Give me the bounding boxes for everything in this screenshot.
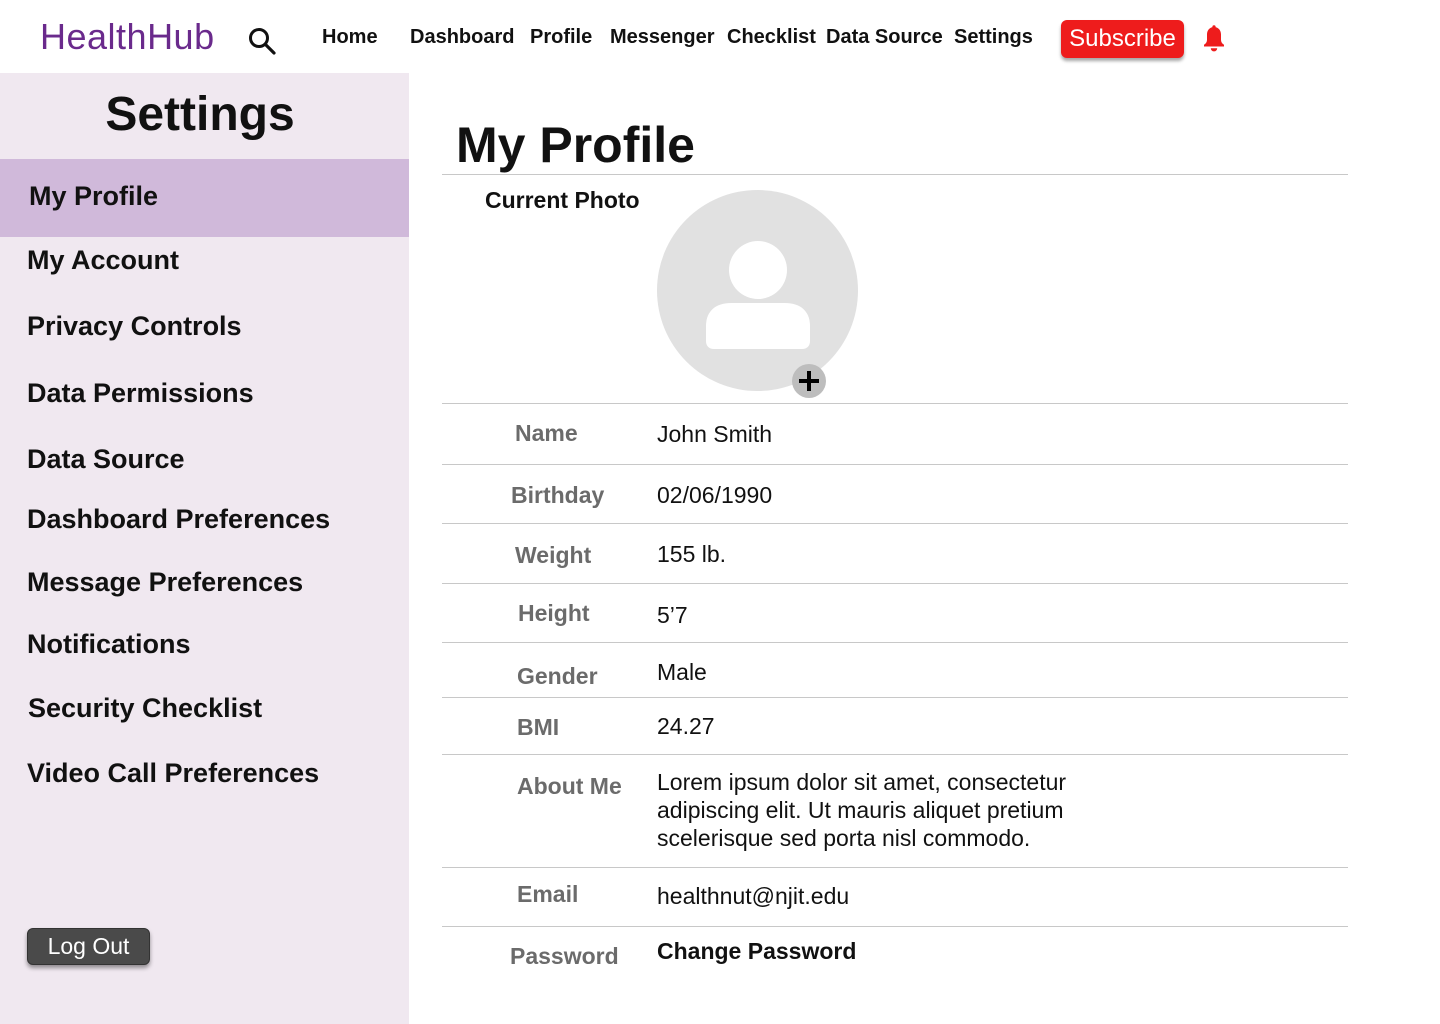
divider [442,174,1348,175]
field-value-name: John Smith [657,421,773,447]
field-value-height: 5’7 [657,602,688,628]
sidebar-item-privacy-controls[interactable]: Privacy Controls [27,311,242,342]
divider [442,464,1348,465]
subscribe-button[interactable]: Subscribe [1061,20,1184,58]
field-label-birthday: Birthday [511,482,605,508]
field-label-about-me: About Me [517,773,622,799]
avatar[interactable] [657,190,858,391]
divider [442,697,1348,698]
sidebar-item-video-call-preferences[interactable]: Video Call Preferences [27,758,319,789]
field-value-email: healthnut@njit.edu [657,883,850,909]
field-label-weight: Weight [515,542,592,568]
field-label-email: Email [517,881,579,907]
nav-settings[interactable]: Settings [954,26,1033,49]
page-title: My Profile [456,117,695,173]
sidebar-title: Settings [105,88,295,141]
nav-data-source[interactable]: Data Source [826,26,943,49]
app-logo[interactable]: HealthHub [40,16,215,58]
plus-icon [799,371,819,391]
nav-messenger[interactable]: Messenger [610,26,715,49]
divider [442,754,1348,755]
nav-profile[interactable]: Profile [530,26,592,49]
logout-button[interactable]: Log Out [27,928,150,965]
field-value-about-me: Lorem ipsum dolor sit amet, consectetur … [657,769,1067,851]
settings-sidebar: Settings My Profile My Account Privacy C… [0,73,409,1024]
sidebar-item-my-profile[interactable]: My Profile [29,181,158,212]
sidebar-item-security-checklist[interactable]: Security Checklist [28,693,262,724]
top-nav-bar: HealthHub Home Dashboard Profile Messeng… [0,0,1440,73]
bell-icon[interactable] [1201,25,1227,53]
current-photo-label: Current Photo [485,187,640,213]
change-password-link[interactable]: Change Password [657,938,856,965]
sidebar-item-notifications[interactable]: Notifications [27,629,191,660]
nav-home[interactable]: Home [322,26,378,49]
add-photo-button[interactable] [792,364,826,398]
field-label-gender: Gender [517,663,598,689]
field-label-height: Height [518,600,590,626]
sidebar-item-data-source[interactable]: Data Source [27,444,185,475]
user-icon [706,241,810,349]
divider [442,926,1348,927]
nav-checklist[interactable]: Checklist [727,26,816,49]
field-value-weight: 155 lb. [657,541,727,567]
divider [442,583,1348,584]
field-label-name: Name [515,420,578,446]
field-value-gender: Male [657,659,707,685]
sidebar-item-dashboard-preferences[interactable]: Dashboard Preferences [27,504,330,535]
sidebar-item-data-permissions[interactable]: Data Permissions [27,378,254,409]
field-label-bmi: BMI [517,714,560,740]
sidebar-item-my-account[interactable]: My Account [27,245,179,276]
search-icon[interactable] [247,26,277,56]
field-value-bmi: 24.27 [657,713,715,739]
field-label-password: Password [510,943,619,969]
field-value-birthday: 02/06/1990 [657,482,773,508]
divider [442,867,1348,868]
divider [442,403,1348,404]
divider [442,523,1348,524]
nav-dashboard[interactable]: Dashboard [410,26,514,49]
sidebar-item-message-preferences[interactable]: Message Preferences [27,567,303,598]
divider [442,642,1348,643]
